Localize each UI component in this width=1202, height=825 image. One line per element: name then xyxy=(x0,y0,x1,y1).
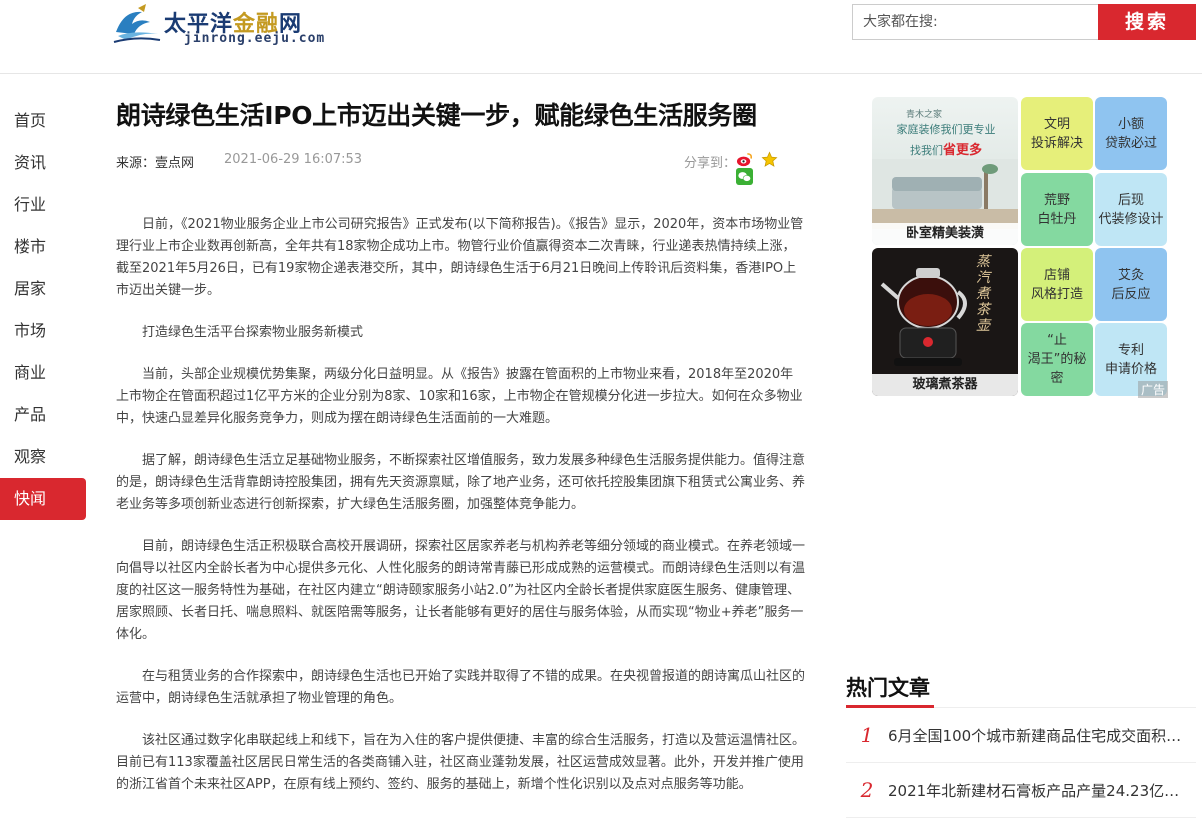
nav-item-industry[interactable]: 行业 xyxy=(0,184,86,226)
site-logo[interactable]: 太平洋金融网 jinrong.eeju.com xyxy=(112,2,326,46)
ad-tile-thirst[interactable]: “止 渴王”的秘 密 xyxy=(1021,323,1093,396)
ad-glass-teapot[interactable]: 蒸汽煮茶壶 玻璃煮茶器 xyxy=(872,248,1018,396)
hot-article-item[interactable]: 2 2021年北新建材石膏板产品产量24.23亿… xyxy=(846,763,1196,818)
nav-item-market[interactable]: 市场 xyxy=(0,310,86,352)
ad-headline: 家庭装修我们更专业 xyxy=(896,123,996,136)
hot-article-link[interactable]: 6月全国100个城市新建商品住宅成交面积… xyxy=(888,725,1196,746)
article-body: 日前，《2021物业服务企业上市公司研究报告》正式发布(以下简称报告)。《报告》… xyxy=(116,214,806,796)
nav-item-news[interactable]: 资讯 xyxy=(0,142,86,184)
nav-item-flash-news[interactable]: 快闻 xyxy=(0,478,86,520)
ad-tile-moxibustion[interactable]: 艾灸 后反应 xyxy=(1095,248,1167,321)
hot-article-link[interactable]: 2021年北新建材石膏板产品产量24.23亿… xyxy=(888,780,1196,801)
paragraph: 在与租赁业务的合作探索中，朗诗绿色生活也已开始了实践并取得了不错的成果。在央视曾… xyxy=(116,669,806,706)
paragraph: 据了解，朗诗绿色生活立足基础物业服务，不断探索社区增值服务，致力发展多种绿色生活… xyxy=(116,453,806,512)
favorite-star-icon[interactable] xyxy=(761,151,778,168)
ad-subline: 找我们省更多 xyxy=(909,143,982,158)
ad-label: 广告 xyxy=(1138,381,1169,398)
logo-domain: jinrong.eeju.com xyxy=(184,31,326,46)
paragraph: 该社区通过数字化串联起线上和线下，旨在为入住的客户提供便捷、丰富的综合生活服务，… xyxy=(116,733,806,792)
article-meta: 来源：壹点网 2021-06-29 16:07:53 分享到： xyxy=(116,148,806,185)
rank-number: 1 xyxy=(860,723,874,747)
search-button[interactable]: 搜索 xyxy=(1098,4,1196,40)
hot-article-item[interactable]: 1 6月全国100个城市新建商品住宅成交面积… xyxy=(846,708,1196,763)
rank-number: 2 xyxy=(860,778,874,802)
ad-tile-decoration[interactable]: 后现 代装修设计 xyxy=(1095,173,1167,246)
ad-bedroom-decor[interactable]: 青木之家 家庭装修我们更专业 找我们省更多 卧室精美装潢 xyxy=(872,97,1018,245)
ad-caption: 玻璃煮茶器 xyxy=(872,374,1018,396)
nav-item-observation[interactable]: 观察 xyxy=(0,436,86,478)
side-nav: 首页 资讯 行业 楼市 居家 市场 商业 产品 观察 快闻 xyxy=(0,100,86,520)
ad-tile-loan[interactable]: 小额 贷款必过 xyxy=(1095,97,1167,170)
ad-tile-complaint[interactable]: 文明 投诉解决 xyxy=(1021,97,1093,170)
section-heading: 打造绿色生活平台探索物业服务新模式 xyxy=(142,325,364,340)
paragraph: 当前，头部企业规模优势集聚，两级分化日益明显。从《报告》披露在管面积的上市物业来… xyxy=(116,367,803,426)
ad-brand-tag: 青木之家 xyxy=(906,110,943,120)
search-input[interactable]: 大家都在搜: xyxy=(852,4,1100,40)
share-label: 分享到： xyxy=(684,156,737,171)
article-date: 2021-06-29 16:07:53 xyxy=(224,152,363,167)
nav-item-home[interactable]: 首页 xyxy=(0,100,86,142)
paragraph: 目前，朗诗绿色生活正积极联合高校开展调研，探索社区居家养老与机构养老等细分领域的… xyxy=(116,539,806,642)
nav-item-products[interactable]: 产品 xyxy=(0,394,86,436)
ad-caption: 卧室精美装潢 xyxy=(872,223,1018,245)
site-header: 太平洋金融网 jinrong.eeju.com 大家都在搜: 搜索 xyxy=(0,0,1202,74)
nav-item-property-market[interactable]: 楼市 xyxy=(0,226,86,268)
nav-item-home-living[interactable]: 居家 xyxy=(0,268,86,310)
hot-articles: 热门文章 1 6月全国100个城市新建商品住宅成交面积… 2 2021年北新建材… xyxy=(846,672,1196,818)
share-icons xyxy=(736,151,806,185)
teapot-illustration xyxy=(880,268,967,366)
article-title: 朗诗绿色生活IPO上市迈出关键一步，赋能绿色生活服务圈 xyxy=(116,101,757,130)
ad-tile-white-peony[interactable]: 荒野 白牡丹 xyxy=(1021,173,1093,246)
weibo-icon[interactable] xyxy=(736,151,753,168)
hot-articles-title: 热门文章 xyxy=(846,672,1196,708)
article-source: 来源：壹点网 xyxy=(116,156,195,171)
paragraph: 日前，《2021物业服务企业上市公司研究报告》正式发布(以下简称报告)。《报告》… xyxy=(116,217,804,298)
ad-grid: 青木之家 家庭装修我们更专业 找我们省更多 卧室精美装潢 蒸汽煮茶壶 玻璃煮茶器… xyxy=(872,97,1196,398)
wave-logo-icon xyxy=(113,4,161,43)
ad-tile-shop-style[interactable]: 店铺 风格打造 xyxy=(1021,248,1093,321)
title-underline xyxy=(846,705,934,708)
wechat-icon[interactable] xyxy=(736,168,753,185)
sofa-illustration xyxy=(872,159,1018,229)
article: 朗诗绿色生活IPO上市迈出关键一步，赋能绿色生活服务圈 来源：壹点网 2021-… xyxy=(116,96,806,816)
nav-item-business[interactable]: 商业 xyxy=(0,352,86,394)
